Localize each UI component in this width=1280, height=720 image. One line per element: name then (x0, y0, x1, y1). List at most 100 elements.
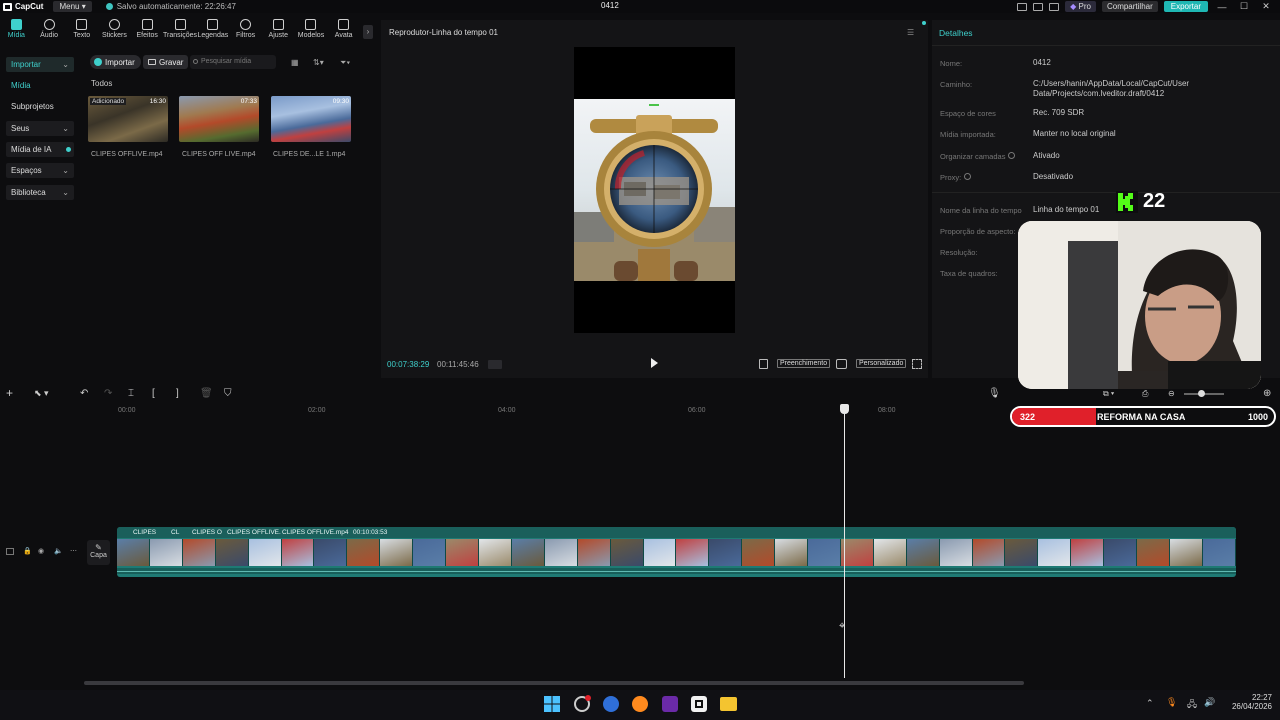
video-track-clip[interactable]: CLIPES CL CLIPES O CLIPES OFFLIVE. CLIPE… (117, 527, 1236, 577)
avatar-icon (338, 19, 350, 30)
clip-label: CL (171, 529, 180, 536)
marker-icon[interactable]: ⛉ (224, 388, 232, 399)
thumbnail-frame (117, 539, 150, 566)
list-icon[interactable] (1049, 2, 1060, 11)
pro-button[interactable]: ◆ Pro (1065, 1, 1096, 12)
tab-transicoes[interactable]: Transições (163, 19, 197, 45)
firefox-icon[interactable] (632, 696, 648, 712)
import-button[interactable]: Importar (90, 55, 141, 69)
clock-time: 22:27 (1251, 693, 1272, 702)
nav-midia-ia[interactable]: Mídia de IA (6, 142, 74, 157)
sticker-icon (108, 19, 120, 30)
track-toggle-icon[interactable] (6, 548, 14, 555)
play-icon[interactable] (651, 358, 658, 368)
zoom-slider-handle[interactable] (1198, 390, 1205, 397)
zoom-out-icon[interactable]: ⊖ (1168, 389, 1175, 398)
sort-icon[interactable]: ⇅▾ (313, 58, 324, 67)
tab-avatar[interactable]: Avata (327, 19, 360, 45)
network-icon[interactable]: 🖧 (1187, 697, 1197, 713)
microphone-icon[interactable]: 🎙 (988, 388, 1001, 399)
zoom-in-icon[interactable]: ⊕ (1263, 388, 1271, 399)
cloud-check-icon (105, 3, 113, 10)
nav-importar[interactable]: Importar ⌄ (6, 57, 74, 72)
menu-lines-icon[interactable]: ☰ (907, 28, 914, 37)
panel-icon[interactable] (1033, 2, 1044, 11)
menu-button[interactable]: Menu ▾ (53, 1, 92, 12)
share-button[interactable]: Compartilhar (1101, 1, 1158, 12)
tab-modelos[interactable]: Modelos (295, 19, 328, 45)
tab-texto[interactable]: Texto (65, 19, 98, 45)
fill-mode-button[interactable]: Preenchimento (777, 359, 831, 368)
thumbnail-frame (1202, 539, 1236, 566)
preview-axis-icon[interactable]: ⧉ ▾ (1103, 389, 1114, 399)
undo-icon[interactable]: ↶ (80, 388, 88, 399)
maximize-icon[interactable]: ☐ (1236, 1, 1252, 12)
nav-espacos[interactable]: Espaços ⌄ (6, 163, 74, 178)
tab-legendas[interactable]: Legendas (197, 19, 230, 45)
split-icon[interactable]: ⌶ (128, 388, 134, 399)
plus-icon (94, 58, 102, 66)
crop-icon[interactable] (759, 359, 768, 369)
filter-all-label[interactable]: Todos (91, 79, 112, 88)
tray-mic-icon[interactable]: 🎙 (1166, 697, 1177, 708)
media-clip[interactable]: Adicionado 16:30 (88, 96, 168, 142)
record-button[interactable]: Gravar (143, 55, 189, 69)
info-icon[interactable] (1008, 152, 1015, 159)
nav-biblioteca[interactable]: Biblioteca ⌄ (6, 185, 74, 200)
trim-left-icon[interactable]: [ (152, 388, 155, 399)
nav-midia[interactable]: Mídia (6, 78, 74, 93)
file-explorer-icon[interactable] (720, 697, 737, 711)
playhead[interactable] (844, 410, 845, 678)
media-clip[interactable]: 09:30 (271, 96, 351, 142)
close-icon[interactable]: ✕ (1258, 1, 1274, 12)
fullscreen-icon[interactable] (912, 359, 922, 369)
cover-button[interactable]: ✎ Capa (87, 540, 110, 565)
thumbnail-frame (1137, 539, 1170, 566)
speaker-icon[interactable]: 🔈 (54, 547, 63, 555)
clock[interactable]: 22:27 26/04/2026 (1230, 693, 1272, 711)
info-icon[interactable] (964, 173, 971, 180)
tab-midia[interactable]: Mídia (0, 19, 33, 45)
eye-icon[interactable]: ◉ (38, 547, 44, 555)
tab-efeitos[interactable]: Efeitos (131, 19, 164, 45)
browser-icon[interactable] (603, 696, 619, 712)
tab-stickers[interactable]: Stickers (98, 19, 131, 45)
caption-icon[interactable]: ⎙ (1142, 389, 1148, 399)
timeline-scrollbar[interactable] (84, 681, 1024, 685)
tab-audio[interactable]: Áudio (33, 19, 66, 45)
tray-chevron-icon[interactable]: ⌃ (1146, 698, 1154, 709)
playhead-handle[interactable] (840, 404, 849, 414)
filter-funnel-icon[interactable]: ⏷▾ (340, 58, 350, 68)
capcut-taskbar-icon[interactable] (691, 696, 707, 712)
export-button[interactable]: Exportar (1163, 1, 1208, 12)
lock-icon[interactable]: 🔒 (23, 547, 32, 555)
media-clip[interactable]: 07:33 (179, 96, 259, 142)
select-tool-icon[interactable]: ⬉ ▾ (34, 388, 49, 399)
toolbar-scroll-right-icon[interactable]: › (363, 25, 373, 39)
trim-right-icon[interactable]: ] (176, 388, 179, 399)
tab-ajuste[interactable]: Ajuste (262, 19, 295, 45)
add-track-icon[interactable]: + (6, 386, 13, 400)
delete-icon[interactable]: 🗑 (200, 388, 213, 399)
timecode-mode-icon[interactable] (488, 360, 502, 369)
tab-filtros[interactable]: Filtros (229, 19, 262, 45)
volume-icon[interactable]: 🔊 (1204, 697, 1215, 708)
more-icon[interactable]: ⋯ (70, 547, 77, 555)
search-input[interactable]: Pesquisar mídia (190, 55, 276, 69)
thumbnail-frame (478, 539, 512, 566)
chrome-icon[interactable] (574, 695, 591, 712)
aspect-ratio-button[interactable]: Personalizado (856, 359, 907, 368)
nav-seus[interactable]: Seus ⌄ (6, 121, 74, 136)
frame-icon[interactable] (836, 359, 847, 369)
redo-icon[interactable]: ↷ (104, 388, 112, 399)
nav-label: Espaços (11, 166, 42, 175)
windows-start-icon[interactable] (544, 696, 560, 712)
layout-icon[interactable] (1017, 2, 1028, 11)
minimize-icon[interactable]: — (1214, 2, 1230, 12)
grid-view-icon[interactable]: ▦ (291, 58, 299, 67)
timeline-ruler[interactable]: 00:00 02:00 04:00 06:00 08:00 (84, 404, 1280, 416)
video-canvas[interactable] (574, 47, 735, 333)
music-app-icon[interactable] (662, 696, 678, 712)
clip-name: CLIPES OFFLIVE.mp4 (91, 151, 163, 158)
nav-subprojetos[interactable]: Subprojetos (6, 99, 74, 114)
